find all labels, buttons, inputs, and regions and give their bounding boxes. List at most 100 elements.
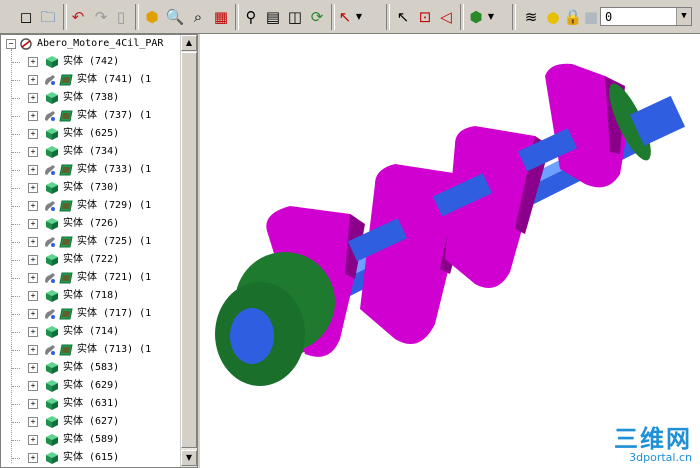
layer-stack-icon[interactable]: ≋ [522, 6, 540, 28]
tree-connector [12, 98, 20, 99]
lock-icon[interactable]: 🔒 [564, 6, 583, 28]
tree-item[interactable]: + 实体 (730) [1, 179, 179, 197]
undo-icon[interactable]: ↶ [69, 6, 87, 28]
expand-toggle[interactable]: + [28, 201, 38, 211]
tree-item[interactable]: + 实体 (733) (1 [1, 161, 179, 179]
tree-item-label: 实体 (721) (1 [77, 272, 152, 283]
tree-item-label: 实体 (733) (1 [77, 164, 152, 175]
tree-item-label: 实体 (627) [63, 416, 120, 427]
refresh-icon[interactable]: ⟳ [307, 6, 327, 28]
dropdown-arrow-icon[interactable]: ▼ [487, 6, 495, 28]
tree-item[interactable]: + 实体 (737) (1 [1, 107, 179, 125]
solid-body-icon [45, 397, 59, 411]
toolbar-separator [512, 4, 516, 30]
linked-part-icon [43, 109, 57, 123]
tree-item[interactable]: + 实体 (583) [1, 359, 179, 377]
open-icon[interactable]: 🗀 [38, 6, 58, 28]
expand-toggle[interactable]: + [28, 129, 38, 139]
select-edge-icon[interactable]: ◁ [437, 6, 455, 28]
scroll-down-button[interactable]: ▼ [181, 450, 197, 466]
expand-toggle[interactable]: + [28, 237, 38, 247]
expand-toggle[interactable]: + [28, 417, 38, 427]
tree-item[interactable]: + 实体 (615) [1, 449, 179, 467]
tree-scrollbar[interactable]: ▲ ▼ [180, 35, 197, 467]
tree-item[interactable]: + 实体 (741) (1 [1, 71, 179, 89]
tree-root[interactable]: − Abero_Motore_4Cil_PAR [1, 35, 179, 53]
expand-toggle[interactable]: + [28, 183, 38, 193]
expand-toggle[interactable]: + [28, 273, 38, 283]
expand-toggle[interactable]: + [28, 309, 38, 319]
tree-connector [12, 368, 20, 369]
tree-item[interactable]: + 实体 (627) [1, 413, 179, 431]
toolbar-separator [331, 4, 335, 30]
tree-item-label: 实体 (625) [63, 128, 120, 139]
model-viewport[interactable]: 三维网 3dportal.cn [200, 34, 700, 468]
expand-toggle[interactable]: + [28, 255, 38, 265]
expand-toggle[interactable]: + [28, 147, 38, 157]
tree-connector [12, 350, 20, 351]
select-arrow-icon[interactable]: ↖ [394, 6, 412, 28]
frame-icon[interactable]: ◫ [285, 6, 305, 28]
tree-item[interactable]: + 实体 (722) [1, 251, 179, 269]
solid-body-icon [59, 199, 73, 213]
expand-toggle[interactable]: + [28, 453, 38, 463]
tree-item[interactable]: + 实体 (734) [1, 143, 179, 161]
search-icon[interactable]: ⚲ [241, 6, 261, 28]
dropdown-arrow-icon[interactable]: ▼ [355, 6, 363, 28]
tree-connector [12, 152, 20, 153]
expand-toggle[interactable]: + [28, 345, 38, 355]
zoom-icon[interactable]: 🔍 [165, 6, 185, 28]
tree-item[interactable]: + 实体 (631) [1, 395, 179, 413]
expand-toggle[interactable]: + [28, 363, 38, 373]
scroll-up-button[interactable]: ▲ [181, 35, 197, 51]
disabled-icon[interactable]: ▯ [114, 6, 128, 28]
expand-toggle[interactable]: + [28, 93, 38, 103]
tree-item[interactable]: + 实体 (718) [1, 287, 179, 305]
solid-body-icon [45, 451, 59, 465]
expand-toggle[interactable]: + [28, 381, 38, 391]
box-icon[interactable]: ⬢ [142, 6, 162, 28]
table-icon[interactable]: ▤ [263, 6, 283, 28]
tree-item[interactable]: + 实体 (726) [1, 215, 179, 233]
flywheel-center [230, 308, 274, 364]
expand-toggle[interactable]: + [28, 327, 38, 337]
expand-toggle[interactable]: − [6, 39, 16, 49]
solid-body-icon [59, 163, 73, 177]
expand-toggle[interactable]: + [28, 219, 38, 229]
tree-item[interactable]: + 实体 (625) [1, 125, 179, 143]
expand-toggle[interactable]: + [28, 111, 38, 121]
tree-item[interactable]: + 实体 (725) (1 [1, 233, 179, 251]
tree-connector [12, 404, 20, 405]
scroll-thumb[interactable] [181, 52, 197, 448]
tree-item[interactable]: + 实体 (729) (1 [1, 197, 179, 215]
lightbulb-icon[interactable]: ● [545, 6, 561, 28]
expand-toggle[interactable]: + [28, 399, 38, 409]
tree-item[interactable]: + 实体 (717) (1 [1, 305, 179, 323]
layer-select[interactable]: 0 ▼ [600, 7, 692, 26]
tree-item[interactable]: + 实体 (713) (1 [1, 341, 179, 359]
chevron-down-icon[interactable]: ▼ [676, 8, 691, 25]
tree-connector [12, 224, 20, 225]
tree-item[interactable]: + 实体 (589) [1, 431, 179, 449]
tree-item-label: 实体 (742) [63, 56, 120, 67]
tree-item[interactable]: + 实体 (629) [1, 377, 179, 395]
render-cube-icon[interactable]: ⬢ [467, 6, 485, 28]
tree-item[interactable]: + 实体 (721) (1 [1, 269, 179, 287]
tree-item[interactable]: + 实体 (738) [1, 89, 179, 107]
redo-icon[interactable]: ↷ [92, 6, 110, 28]
expand-toggle[interactable]: + [28, 165, 38, 175]
tree-item[interactable]: + 实体 (714) [1, 323, 179, 341]
feature-tree: − Abero_Motore_4Cil_PAR + 实体 (742) + 实体 (741)… [1, 35, 179, 467]
expand-toggle[interactable]: + [28, 435, 38, 445]
expand-toggle[interactable]: + [28, 75, 38, 85]
color-square-icon: ■ [583, 8, 599, 26]
solid-body-icon [45, 253, 59, 267]
tree-item[interactable]: + 实体 (742) [1, 53, 179, 71]
expand-toggle[interactable]: + [28, 291, 38, 301]
select-point-icon[interactable]: ⊡ [416, 6, 434, 28]
new-icon[interactable]: ◻ [17, 6, 35, 28]
expand-toggle[interactable]: + [28, 57, 38, 67]
grid-icon[interactable]: ▦ [211, 6, 231, 28]
zoom-select-icon[interactable]: ⌕ [188, 6, 208, 28]
help-arrow-icon[interactable]: ↖ [336, 6, 354, 28]
